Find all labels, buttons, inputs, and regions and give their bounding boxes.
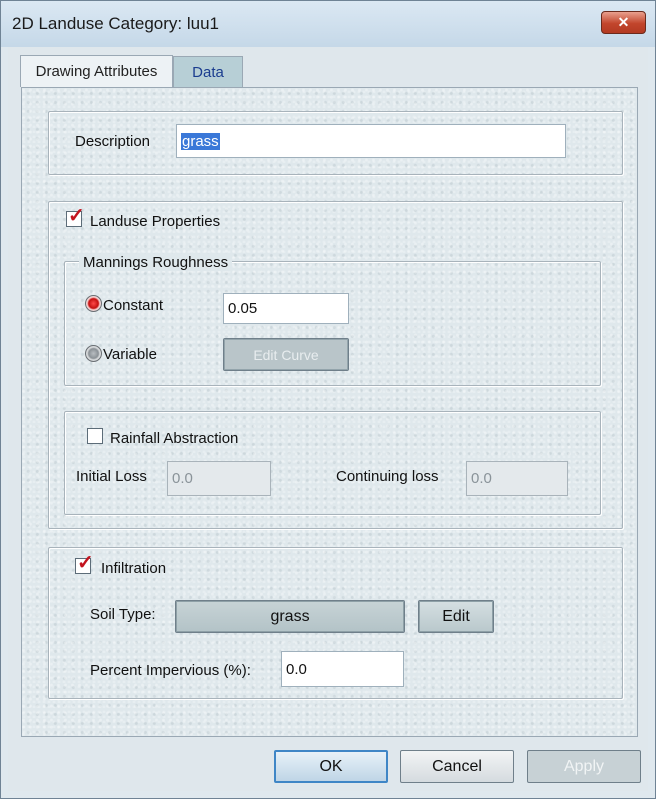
variable-label: Variable	[103, 346, 157, 363]
initial-loss-label: Initial Loss	[76, 468, 147, 485]
close-icon: ✕	[617, 14, 630, 30]
apply-label: Apply	[563, 757, 605, 775]
close-button[interactable]: ✕	[601, 11, 646, 34]
ok-button[interactable]: OK	[274, 750, 388, 783]
mannings-roughness-title: Mannings Roughness	[79, 254, 233, 271]
infiltration-checkbox[interactable]: ✓	[75, 553, 94, 574]
description-input[interactable]: grass	[176, 124, 566, 158]
edit-curve-label: Edit Curve	[253, 346, 319, 363]
tab-drawing-attributes[interactable]: Drawing Attributes	[20, 55, 173, 87]
percent-impervious-input[interactable]: 0.0	[281, 651, 404, 687]
window-title: 2D Landuse Category: luu1	[12, 14, 219, 33]
tab-label: Drawing Attributes	[35, 63, 158, 80]
percent-impervious-label: Percent Impervious (%):	[90, 662, 251, 679]
initial-loss-value: 0.0	[172, 470, 193, 487]
continuing-loss-label: Continuing loss	[336, 468, 439, 485]
soil-type-label: Soil Type:	[90, 606, 156, 623]
check-mark-icon: ✓	[68, 205, 85, 227]
percent-impervious-value: 0.0	[286, 660, 307, 678]
variable-radio[interactable]	[85, 345, 102, 362]
cancel-button[interactable]: Cancel	[400, 750, 514, 783]
check-mark-icon: ✓	[77, 552, 94, 574]
description-value: grass	[181, 132, 220, 150]
tab-data[interactable]: Data	[173, 56, 243, 88]
constant-roughness-value: 0.05	[228, 300, 258, 317]
rainfall-abstraction-label: Rainfall Abstraction	[110, 430, 239, 447]
dialog-window: 2D Landuse Category: luu1 ✕ Drawing Attr…	[0, 0, 656, 799]
continuing-loss-value: 0.0	[471, 470, 492, 487]
ok-label: OK	[319, 757, 343, 775]
title-bar[interactable]: 2D Landuse Category: luu1 ✕	[1, 1, 655, 47]
infiltration-label: Infiltration	[101, 560, 167, 577]
apply-button[interactable]: Apply	[527, 750, 641, 783]
edit-label: Edit	[442, 607, 470, 625]
tab-label: Data	[192, 64, 224, 81]
initial-loss-input[interactable]: 0.0	[167, 461, 271, 496]
landuse-properties-checkbox[interactable]: ✓	[66, 206, 85, 227]
soil-type-value: grass	[270, 607, 310, 625]
edit-curve-button[interactable]: Edit Curve	[223, 338, 349, 371]
soil-type-selector[interactable]: grass	[175, 600, 405, 633]
continuing-loss-input[interactable]: 0.0	[466, 461, 568, 496]
constant-radio[interactable]	[85, 295, 102, 312]
cancel-label: Cancel	[432, 757, 482, 775]
rainfall-abstraction-checkbox[interactable]	[87, 428, 103, 444]
description-label: Description	[75, 133, 151, 150]
landuse-properties-label: Landuse Properties	[90, 213, 221, 230]
constant-roughness-input[interactable]: 0.05	[223, 293, 349, 324]
constant-label: Constant	[103, 297, 164, 314]
soil-type-edit-button[interactable]: Edit	[418, 600, 494, 633]
